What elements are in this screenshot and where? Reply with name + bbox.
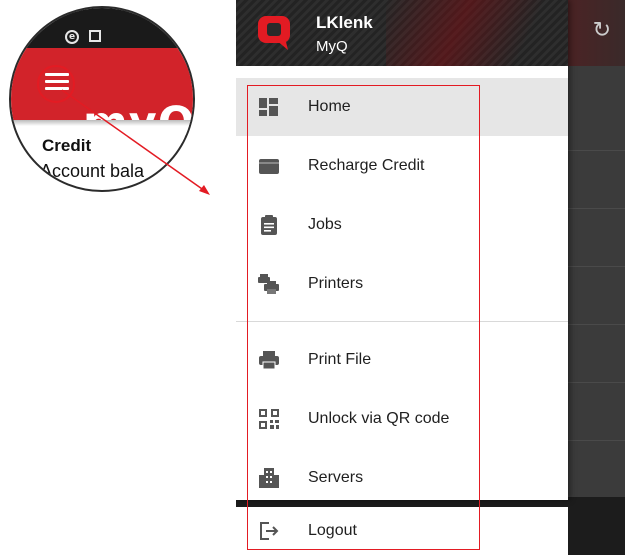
printers-icon — [258, 274, 279, 294]
menu-item-label: Jobs — [308, 216, 342, 233]
menu-item-label: Servers — [308, 469, 364, 486]
hamburger-highlight-ring — [37, 65, 75, 103]
magnified-callout: e myQ Credit Account bala — [9, 6, 195, 192]
clipboard-icon — [261, 215, 277, 235]
menu-item-print-file[interactable]: Print File — [236, 331, 568, 389]
building-icon — [259, 468, 279, 488]
menu-divider — [236, 321, 568, 322]
menu-item-printers[interactable]: Printers — [236, 255, 568, 313]
menu-item-recharge-credit[interactable]: Recharge Credit — [236, 137, 568, 195]
menu-item-label: Print File — [308, 351, 372, 368]
logout-section: Logout — [236, 507, 568, 555]
organization-name: MyQ — [316, 38, 348, 55]
myq-logo-icon — [258, 16, 290, 50]
menu-item-servers[interactable]: Servers — [236, 449, 568, 507]
menu-item-label: Home — [308, 98, 351, 115]
logout-icon — [260, 522, 279, 540]
phone-screen: ↻ LKlenk MyQ Home Recharge Credit Jobs P… — [236, 0, 625, 555]
menu-item-logout[interactable]: Logout — [236, 507, 568, 555]
account-balance-label: Account bala — [40, 161, 145, 181]
credit-title: Credit — [42, 136, 92, 155]
menu-item-label: Recharge Credit — [308, 157, 425, 174]
menu-item-unlock-qr[interactable]: Unlock via QR code — [236, 390, 568, 448]
dashboard-icon — [259, 98, 278, 116]
browser-status-icon: e — [65, 30, 79, 44]
user-name: LKlenk — [316, 13, 373, 32]
credit-card-icon — [259, 159, 279, 174]
printer-icon — [259, 351, 279, 370]
menu-item-home[interactable]: Home — [236, 78, 568, 136]
menu-item-label: Logout — [308, 522, 357, 539]
menu-item-jobs[interactable]: Jobs — [236, 196, 568, 254]
app-bar-shadow — [11, 120, 193, 126]
menu-item-label: Unlock via QR code — [308, 410, 450, 427]
menu-item-label: Printers — [308, 275, 364, 292]
qr-code-icon — [259, 409, 279, 429]
drawer-header: LKlenk MyQ — [236, 0, 568, 66]
notification-status-icon — [89, 30, 101, 42]
navigation-drawer: LKlenk MyQ Home Recharge Credit Jobs Pri… — [236, 0, 568, 500]
status-bar: e — [11, 8, 193, 48]
refresh-icon[interactable]: ↻ — [593, 18, 611, 43]
